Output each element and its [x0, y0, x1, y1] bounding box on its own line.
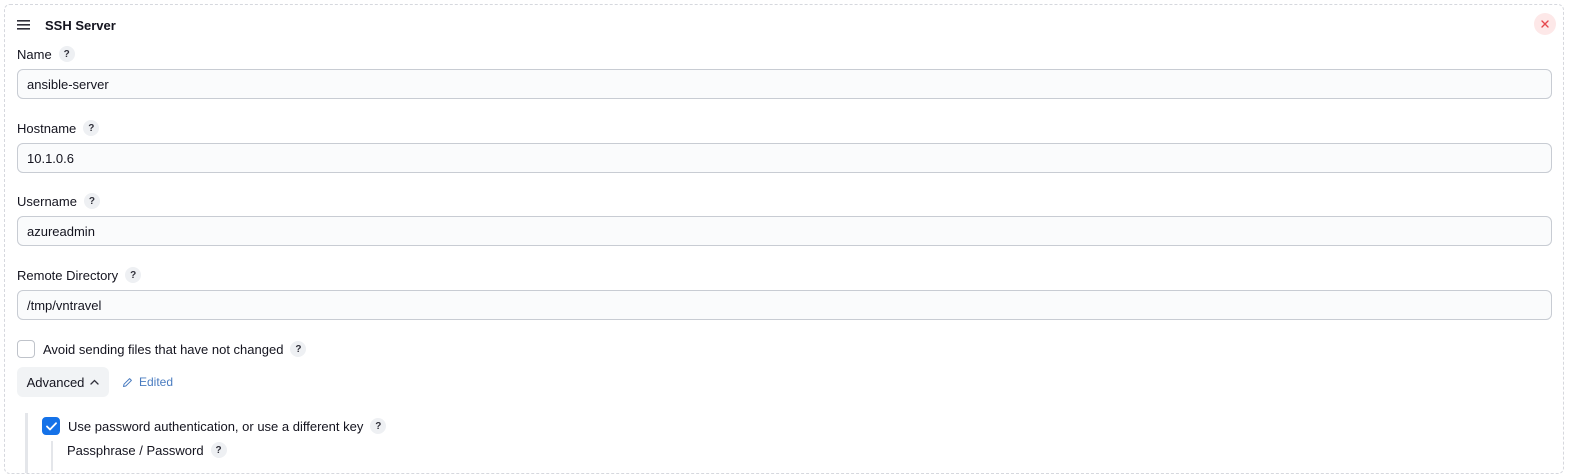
- ssh-server-panel: SSH Server Name ? Hostname ? Username ? …: [4, 4, 1564, 474]
- help-icon[interactable]: ?: [83, 193, 100, 209]
- edited-indicator: Edited: [122, 375, 173, 389]
- help-icon[interactable]: ?: [58, 46, 75, 62]
- drag-handle-icon[interactable]: [17, 20, 31, 30]
- username-input[interactable]: [17, 216, 1552, 246]
- pencil-icon: [123, 377, 132, 387]
- avoid-sending-checkbox[interactable]: [17, 340, 35, 358]
- passphrase-label: Passphrase / Password: [67, 442, 204, 458]
- password-auth-label: Use password authentication, or use a di…: [68, 418, 364, 434]
- delete-server-button[interactable]: [1534, 13, 1556, 35]
- passphrase-label-row: Passphrase / Password ?: [67, 442, 227, 458]
- help-icon[interactable]: ?: [83, 120, 100, 136]
- remote-directory-input[interactable]: [17, 290, 1552, 320]
- help-icon[interactable]: ?: [370, 418, 387, 434]
- checkmark-icon: [45, 421, 57, 430]
- section-title: SSH Server: [45, 17, 116, 33]
- edited-label: Edited: [139, 375, 174, 389]
- advanced-label: Advanced: [26, 374, 85, 390]
- password-auth-checkbox[interactable]: [42, 417, 60, 435]
- username-label-row: Username ?: [17, 193, 100, 209]
- advanced-section-indent: [25, 413, 28, 473]
- remote-directory-label: Remote Directory: [17, 267, 119, 283]
- help-icon[interactable]: ?: [210, 442, 227, 458]
- password-auth-row: Use password authentication, or use a di…: [42, 417, 387, 435]
- avoid-sending-row: Avoid sending files that have not change…: [17, 340, 307, 358]
- password-section-indent: [51, 441, 53, 471]
- close-icon: [1541, 20, 1549, 28]
- remote-directory-label-row: Remote Directory ?: [17, 267, 142, 283]
- help-icon[interactable]: ?: [125, 267, 142, 283]
- advanced-button[interactable]: Advanced: [17, 367, 109, 397]
- name-label-row: Name ?: [17, 46, 75, 62]
- help-icon[interactable]: ?: [290, 341, 307, 357]
- hostname-input[interactable]: [17, 143, 1552, 173]
- hostname-label-row: Hostname ?: [17, 120, 100, 136]
- section-header: SSH Server: [17, 17, 116, 33]
- username-label: Username: [17, 193, 77, 209]
- hostname-label: Hostname: [17, 120, 77, 136]
- chevron-up-icon: [90, 379, 100, 385]
- name-label: Name: [17, 46, 52, 62]
- name-input[interactable]: [17, 69, 1552, 99]
- avoid-sending-label: Avoid sending files that have not change…: [43, 341, 284, 357]
